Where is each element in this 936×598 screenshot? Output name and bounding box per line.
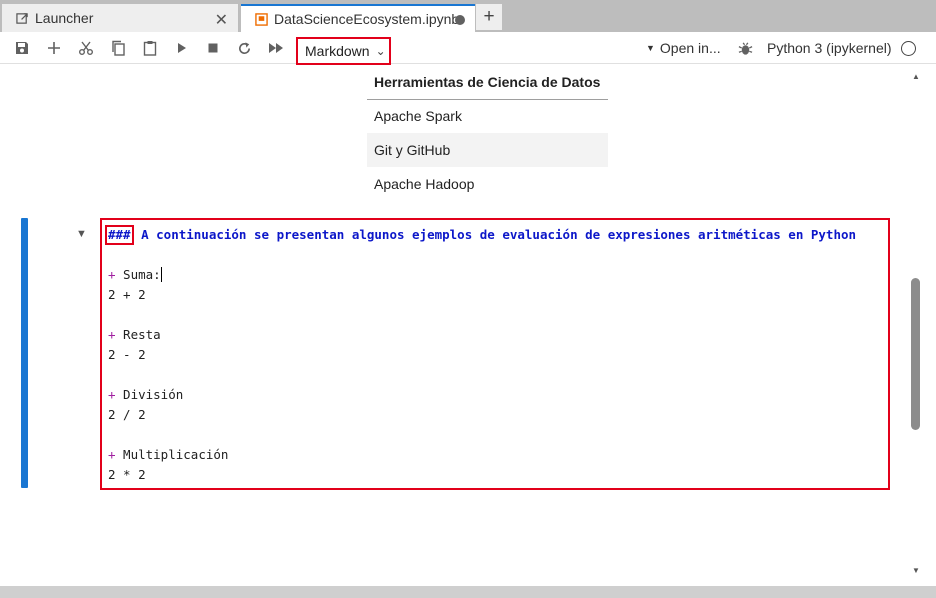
tab-launcher[interactable]: Launcher ✕	[2, 4, 239, 32]
item-label: División	[115, 387, 184, 402]
heading-line: ### A continuación se presentan algunos …	[105, 225, 888, 245]
expression-line: 2 * 2	[108, 467, 146, 482]
run-icon[interactable]	[172, 38, 192, 58]
tools-table: Herramientas de Ciencia de Datos Apache …	[367, 66, 608, 201]
copy-icon[interactable]	[108, 38, 128, 58]
status-bar	[0, 586, 936, 598]
notebook-toolbar: Markdown ⌄ ▼ Open in... Python 3 (ipykern…	[0, 32, 936, 65]
list-item: + Multiplicación	[108, 445, 888, 465]
jupyterlab-window: Launcher ✕ DataScienceEcosystem.ipynb +	[0, 0, 936, 598]
open-in-label: Open in...	[659, 40, 721, 56]
markdown-cell-editor[interactable]: ### A continuación se presentan algunos …	[100, 218, 890, 490]
text-cursor	[160, 267, 162, 282]
vertical-scrollbar[interactable]: ▲ ▼	[906, 66, 926, 586]
debugger-icon[interactable]	[735, 38, 755, 58]
expression-line: 2 + 2	[108, 287, 146, 302]
save-icon[interactable]	[12, 38, 32, 58]
scroll-up-icon[interactable]: ▲	[912, 72, 920, 81]
item-label: Multiplicación	[115, 447, 229, 462]
active-cell-indicator[interactable]	[21, 218, 28, 488]
notebook-panel: Herramientas de Ciencia de Datos Apache …	[5, 66, 926, 586]
chevron-down-icon: ⌄	[375, 44, 386, 58]
add-icon[interactable]	[44, 38, 64, 58]
list-item: + Suma:	[108, 265, 888, 285]
expression-line: 2 - 2	[108, 347, 146, 362]
list-item: + División	[108, 385, 888, 405]
heading-text: A continuación se presentan algunos ejem…	[133, 227, 857, 242]
kernel-idle-status-icon	[901, 41, 916, 56]
table-cell: Apache Spark	[374, 108, 462, 125]
table-cell: Apache Hadoop	[374, 176, 475, 192]
bullet: +	[108, 327, 116, 342]
caret-down-icon: ▼	[646, 43, 655, 53]
table-row: Apache Hadoop	[367, 167, 608, 201]
paste-icon[interactable]	[140, 38, 160, 58]
tab-bar: Launcher ✕ DataScienceEcosystem.ipynb +	[0, 0, 936, 32]
cut-icon[interactable]	[76, 38, 96, 58]
item-label: Suma:	[115, 267, 161, 282]
list-item: + Resta	[108, 325, 888, 345]
new-tab-button[interactable]: +	[476, 4, 502, 30]
item-label: Resta	[115, 327, 161, 342]
kernel-name[interactable]: Python 3 (ipykernel)	[767, 40, 892, 56]
tab-launcher-label: Launcher	[35, 10, 94, 26]
cell-type-value: Markdown	[305, 43, 370, 59]
close-icon[interactable]: ✕	[215, 10, 228, 30]
tab-notebook-label: DataScienceEcosystem.ipynb	[274, 11, 460, 27]
expression-line: 2 / 2	[108, 407, 146, 422]
launcher-icon	[16, 12, 28, 24]
collapse-cell-icon[interactable]: ▼	[76, 228, 87, 240]
table-row: Apache Spark	[367, 99, 608, 133]
stop-icon[interactable]	[203, 38, 223, 58]
scroll-down-icon[interactable]: ▼	[912, 566, 920, 575]
scrollbar-thumb[interactable]	[911, 278, 920, 430]
unsaved-indicator-icon[interactable]	[455, 15, 465, 25]
tab-notebook[interactable]: DataScienceEcosystem.ipynb	[241, 4, 475, 32]
bullet: +	[108, 267, 116, 282]
notebook-icon	[255, 12, 268, 26]
bullet: +	[108, 387, 116, 402]
table-row: Git y GitHub	[367, 133, 608, 167]
open-in-button[interactable]: ▼ Open in...	[646, 40, 721, 56]
table-cell: Git y GitHub	[367, 133, 608, 167]
cell-type-select[interactable]: Markdown ⌄	[296, 37, 391, 65]
restart-icon[interactable]	[234, 38, 254, 58]
fast-forward-icon[interactable]	[266, 38, 286, 58]
table-header: Herramientas de Ciencia de Datos	[367, 66, 608, 100]
heading-hash: ###	[105, 225, 134, 245]
bullet: +	[108, 447, 116, 462]
